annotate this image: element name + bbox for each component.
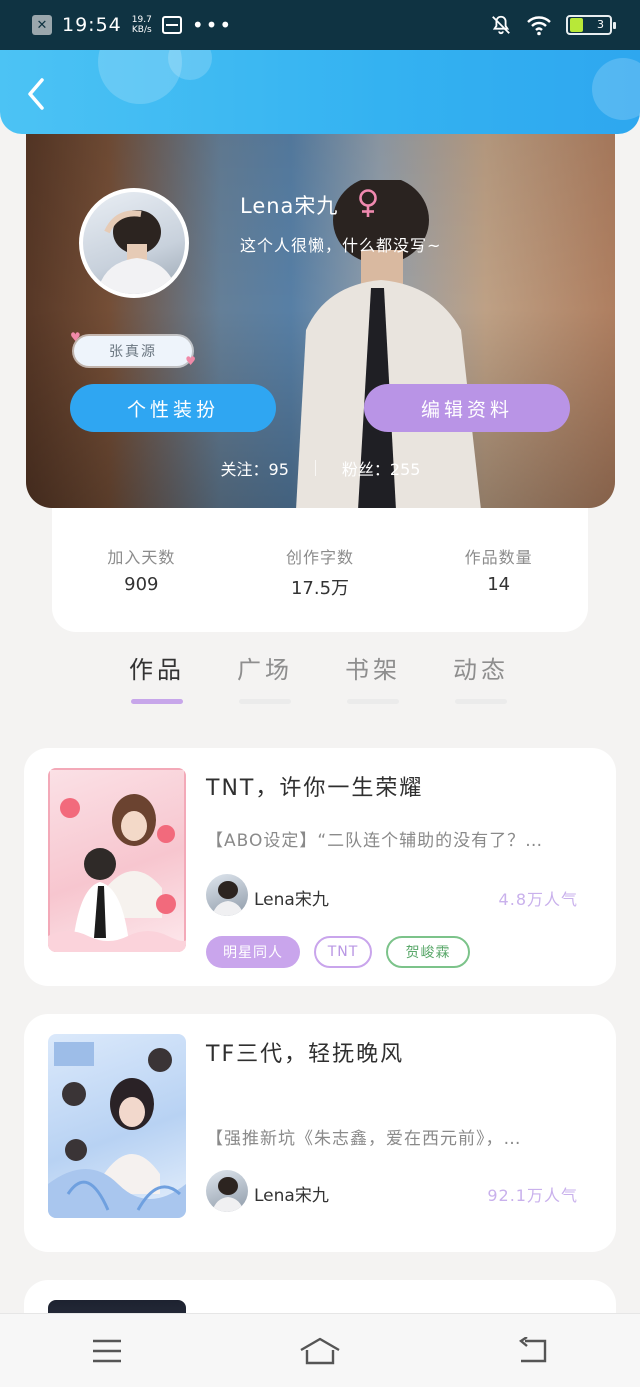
system-back-button[interactable]: [503, 1329, 563, 1373]
avatar-image: [97, 210, 177, 294]
author-name: Lena宋九: [254, 890, 329, 910]
cover-image: [48, 1042, 186, 1218]
work-cover: [48, 768, 186, 952]
battery-fill: [570, 18, 583, 32]
home-icon: [300, 1337, 340, 1364]
app-notification-icon: ✕: [32, 15, 52, 35]
tab-indicator: [239, 699, 291, 704]
stat-label: 创作字数: [285, 548, 354, 567]
stat-value: 14: [487, 574, 511, 595]
profile-tabs: 作品 广场 书架 动态: [104, 650, 534, 704]
follow-stats: 关注：95 粉丝：255: [26, 456, 615, 480]
tag-chip-tnt[interactable]: TNT: [314, 936, 372, 968]
work-description: 【ABO设定】“二队连个辅助的没有了？…: [206, 831, 544, 851]
author-avatar: [206, 1170, 248, 1212]
stat-word-count: 创作字数 17.5万: [245, 544, 395, 632]
stat-value: 909: [124, 574, 159, 595]
stats-card: 加入天数 909 创作字数 17.5万 作品数量 14: [52, 508, 588, 632]
tag-chip-fan-fiction[interactable]: 明星同人: [206, 936, 300, 968]
work-cover: [48, 1034, 186, 1218]
tab-activity[interactable]: 动态: [428, 650, 534, 704]
status-bar: ✕ 19:54 19.7 KB/s ••• 3: [0, 0, 640, 50]
tab-label: 广场: [237, 656, 293, 684]
tab-indicator: [347, 699, 399, 704]
net-speed: 19.7 KB/s: [132, 15, 152, 35]
avatar-image: [212, 881, 244, 916]
net-speed-unit: KB/s: [131, 25, 152, 35]
tab-bookshelf[interactable]: 书架: [320, 650, 426, 704]
top-header: [0, 50, 640, 134]
tab-label: 作品: [129, 656, 185, 684]
author-avatar: [206, 874, 248, 916]
work-description: 【强推新坑《朱志鑫，爱在西元前》，…: [206, 1129, 522, 1149]
back-button[interactable]: [16, 74, 56, 114]
tab-indicator: [131, 699, 183, 704]
status-right: 3: [490, 14, 616, 36]
header-bubble-decoration: [592, 58, 640, 120]
wifi-icon: [527, 16, 551, 36]
work-card[interactable]: TF三代，轻抚晚风 【强推新坑《朱志鑫，爱在西元前》，… Lena宋九 92.1…: [24, 1014, 616, 1252]
stat-label: 作品数量: [464, 548, 533, 567]
profile-card: Lena宋九 这个人很懒，什么都没写~ ♥ 张真源 ♥ 个性装扮 编辑资料 关注…: [26, 110, 615, 508]
author-name: Lena宋九: [254, 1186, 329, 1206]
profile-signature: 这个人很懒，什么都没写~: [240, 236, 442, 255]
work-title: TF三代，轻抚晚风: [206, 1042, 405, 1067]
battery-icon: 3: [566, 15, 616, 35]
female-icon: [359, 189, 377, 217]
stat-join-days: 加入天数 909: [66, 544, 216, 632]
work-title: TNT，许你一生荣耀: [206, 776, 424, 801]
divider: [314, 460, 316, 476]
tab-label: 动态: [453, 656, 509, 684]
tab-indicator: [455, 699, 507, 704]
menu-button[interactable]: [77, 1329, 137, 1373]
status-left: ✕ 19:54 19.7 KB/s •••: [32, 13, 233, 37]
edit-profile-button[interactable]: 编辑资料: [364, 384, 570, 432]
stat-label: 加入天数: [107, 548, 176, 567]
chevron-left-icon: [28, 78, 44, 110]
profile-avatar[interactable]: [79, 188, 189, 298]
net-speed-value: 19.7: [131, 15, 152, 25]
tab-works[interactable]: 作品: [104, 650, 210, 704]
dress-up-button[interactable]: 个性装扮: [70, 384, 276, 432]
cover-image: [48, 768, 186, 952]
tab-label: 书架: [345, 656, 401, 684]
tag-chip-he-junlin[interactable]: 贺峻霖: [386, 936, 470, 968]
sim-card-icon: [161, 16, 182, 34]
status-time: 19:54: [62, 14, 122, 36]
menu-icon: [92, 1339, 121, 1362]
tab-square[interactable]: 广场: [212, 650, 318, 704]
battery-level: 3: [597, 18, 604, 31]
work-card[interactable]: TNT，许你一生荣耀 【ABO设定】“二队连个辅助的没有了？… Lena宋九 4…: [24, 748, 616, 986]
heart-icon: ♥: [185, 354, 198, 368]
followers-count[interactable]: 粉丝：255: [342, 456, 421, 480]
bell-off-icon: [492, 15, 510, 35]
home-button[interactable]: [290, 1329, 350, 1373]
profile-nickname: Lena宋九: [240, 194, 339, 218]
following-count[interactable]: 关注：95: [221, 456, 289, 480]
stat-works-count: 作品数量 14: [424, 544, 574, 632]
idol-tag[interactable]: ♥ 张真源 ♥: [70, 330, 196, 368]
heart-icon: ♥: [70, 330, 83, 344]
popularity-count: 4.8万人气: [498, 890, 578, 909]
return-icon: [519, 1336, 547, 1362]
more-notifications-icon: •••: [191, 13, 234, 37]
stat-value: 17.5万: [290, 578, 350, 599]
idol-tag-label: 张真源: [109, 344, 157, 360]
system-nav-bar: [0, 1313, 640, 1387]
avatar-image: [212, 1177, 244, 1212]
popularity-count: 92.1万人气: [487, 1186, 578, 1205]
